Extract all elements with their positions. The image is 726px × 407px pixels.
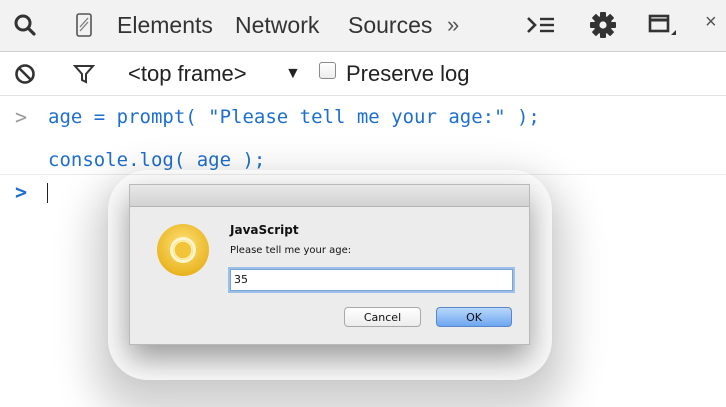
history-prompt-icon: > bbox=[15, 105, 28, 129]
chrome-logo-icon bbox=[156, 223, 210, 277]
gear-icon[interactable] bbox=[588, 10, 618, 40]
console-drawer-icon[interactable] bbox=[526, 10, 556, 40]
tab-sources[interactable]: Sources bbox=[348, 12, 432, 39]
devtools-toolbar: Elements Network Sources » × bbox=[0, 0, 726, 52]
filter-icon[interactable] bbox=[69, 59, 99, 89]
tab-network[interactable]: Network bbox=[235, 12, 319, 39]
console-filter-bar: <top frame> ▼ Preserve log bbox=[0, 52, 726, 96]
search-icon[interactable] bbox=[10, 10, 40, 40]
preserve-log-checkbox[interactable] bbox=[319, 62, 336, 79]
console-line: age = prompt( "Please tell me your age:"… bbox=[48, 106, 540, 128]
tab-elements[interactable]: Elements bbox=[117, 12, 213, 39]
input-prompt-icon: > bbox=[15, 180, 28, 204]
ok-button[interactable]: OK bbox=[436, 307, 512, 327]
device-mode-icon[interactable] bbox=[69, 10, 99, 40]
dock-icon[interactable] bbox=[647, 10, 677, 40]
preserve-log-label: Preserve log bbox=[346, 61, 470, 86]
clear-console-icon[interactable] bbox=[10, 59, 40, 89]
frame-dropdown-arrow[interactable]: ▼ bbox=[285, 65, 301, 83]
close-icon[interactable]: × bbox=[705, 11, 717, 34]
console-line: console.log( age ); bbox=[48, 149, 266, 171]
dialog-message: Please tell me your age: bbox=[230, 245, 352, 256]
dialog-title: JavaScript bbox=[230, 223, 299, 237]
console-input-caret[interactable] bbox=[47, 183, 48, 203]
dialog-titlebar[interactable] bbox=[130, 185, 529, 207]
javascript-prompt-dialog: JavaScript Please tell me your age: 35 C… bbox=[129, 184, 530, 345]
age-input[interactable]: 35 bbox=[230, 269, 513, 291]
cancel-button[interactable]: Cancel bbox=[344, 307, 421, 327]
frame-selector[interactable]: <top frame> bbox=[128, 61, 247, 87]
more-tabs-button[interactable]: » bbox=[447, 12, 459, 38]
